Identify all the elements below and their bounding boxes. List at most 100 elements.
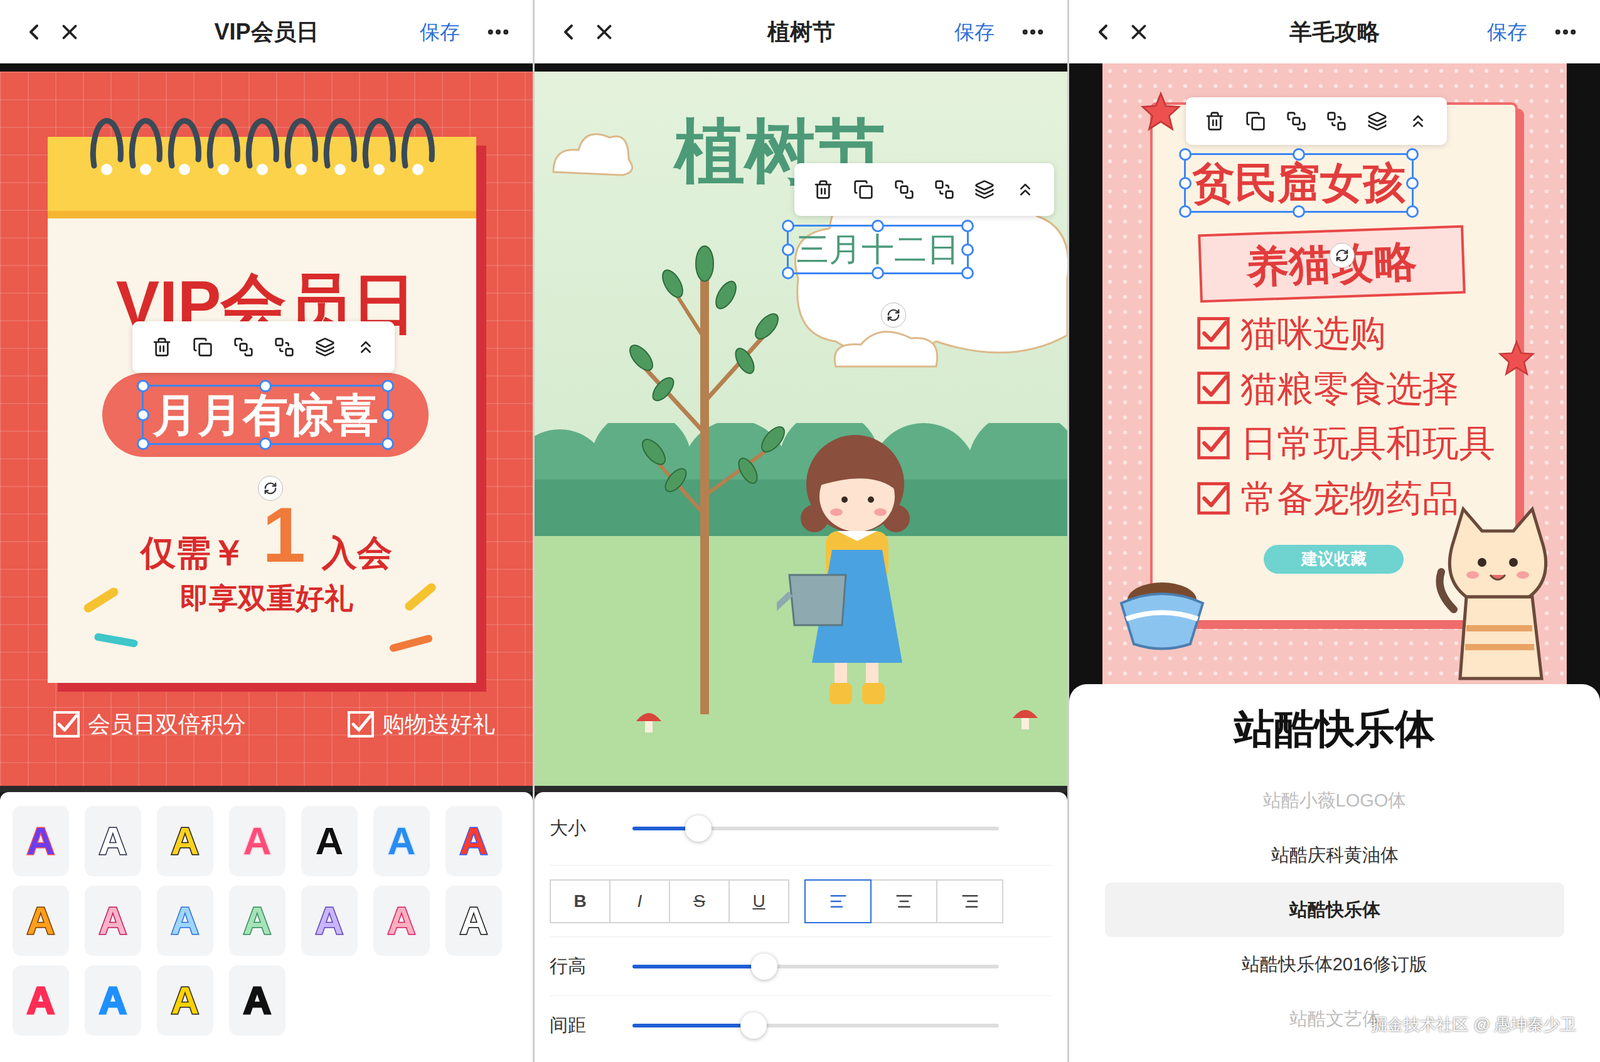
perk-item[interactable]: 购物送好礼	[346, 710, 496, 738]
copy-icon[interactable]	[1245, 111, 1266, 132]
close-icon[interactable]	[57, 20, 82, 44]
slider-thumb[interactable]	[685, 815, 712, 842]
resize-handle[interactable]	[961, 266, 974, 280]
resize-handle[interactable]	[381, 408, 395, 422]
style-swatch[interactable]: A	[373, 885, 430, 956]
resize-handle[interactable]	[871, 266, 885, 280]
save-button[interactable]: 保存	[954, 16, 995, 48]
format-button[interactable]: I	[609, 879, 671, 923]
delete-icon[interactable]	[1204, 111, 1225, 132]
resize-handle[interactable]	[259, 437, 272, 450]
slider-track[interactable]	[632, 1023, 999, 1028]
perk-item[interactable]: 会员日双倍积分	[52, 710, 246, 738]
resize-handle[interactable]	[781, 243, 795, 256]
back-icon[interactable]	[555, 19, 582, 45]
close-icon[interactable]	[1126, 20, 1151, 44]
send-backward-icon[interactable]	[1326, 111, 1347, 132]
resize-handle[interactable]	[961, 219, 974, 233]
style-swatch[interactable]: A	[445, 885, 502, 956]
style-swatch[interactable]: A	[229, 805, 286, 876]
checklist-item[interactable]: 常备宠物药品	[1196, 476, 1496, 521]
more-icon[interactable]	[485, 18, 512, 46]
send-backward-icon[interactable]	[274, 336, 295, 358]
poster-canvas[interactable]: VIP会员日月月有惊喜仅需￥1入会即享双重好礼会员日双倍积分购物送好礼	[0, 71, 533, 786]
resize-handle[interactable]	[1178, 176, 1192, 190]
resize-handle[interactable]	[1406, 176, 1419, 190]
align-button[interactable]	[804, 879, 872, 923]
slider-track[interactable]	[632, 826, 999, 831]
resize-handle[interactable]	[1178, 205, 1192, 218]
copy-icon[interactable]	[853, 179, 874, 200]
selected-text-box[interactable]: 月月有惊喜	[141, 384, 390, 446]
style-swatch[interactable]: A	[156, 965, 214, 1036]
style-swatch[interactable]: A	[229, 885, 286, 956]
selected-text-box[interactable]: 三月十二日	[786, 224, 969, 275]
align-button[interactable]	[870, 879, 938, 923]
bring-to-top-icon[interactable]	[1408, 111, 1429, 132]
resize-handle[interactable]	[136, 379, 150, 393]
slider-thumb[interactable]	[740, 1012, 767, 1039]
style-swatch[interactable]: A	[229, 965, 286, 1036]
style-swatch[interactable]: A	[84, 965, 142, 1036]
style-swatch[interactable]: A	[373, 805, 430, 876]
resize-handle[interactable]	[381, 379, 395, 393]
format-button[interactable]: S	[668, 879, 730, 923]
style-swatch[interactable]: A	[156, 805, 214, 876]
more-icon[interactable]	[1019, 18, 1046, 46]
checklist-item[interactable]: 猫粮零食选择	[1196, 366, 1496, 411]
style-swatch[interactable]: A	[12, 805, 70, 876]
resize-handle[interactable]	[871, 219, 885, 233]
slider-thumb[interactable]	[751, 953, 778, 980]
bring-forward-icon[interactable]	[894, 179, 915, 200]
bring-to-top-icon[interactable]	[355, 336, 376, 358]
style-swatch[interactable]: A	[301, 885, 358, 956]
resize-handle[interactable]	[1178, 148, 1192, 161]
style-swatch[interactable]: A	[12, 885, 70, 956]
style-swatch[interactable]: A	[12, 965, 70, 1036]
save-button[interactable]: 保存	[1487, 16, 1528, 48]
selected-text-box[interactable]: 贫民窟女孩	[1184, 153, 1414, 213]
style-swatch[interactable]: A	[445, 805, 502, 876]
delete-icon[interactable]	[151, 336, 172, 358]
resize-handle[interactable]	[136, 437, 150, 450]
poster-canvas[interactable]: 植树节三月十二日	[534, 71, 1068, 786]
format-button[interactable]: B	[549, 879, 611, 923]
resize-handle[interactable]	[1406, 205, 1419, 218]
copy-icon[interactable]	[192, 336, 213, 358]
resize-handle[interactable]	[781, 266, 795, 280]
resize-handle[interactable]	[781, 219, 795, 233]
style-swatch[interactable]: A	[301, 805, 358, 876]
resize-handle[interactable]	[1292, 205, 1306, 218]
checklist-item[interactable]: 日常玩具和玩具	[1196, 421, 1496, 465]
style-swatch[interactable]: A	[84, 805, 142, 876]
font-option[interactable]: 站酷小薇LOGO体	[1104, 773, 1565, 828]
bring-forward-icon[interactable]	[1286, 111, 1307, 132]
resize-handle[interactable]	[259, 379, 272, 393]
resize-handle[interactable]	[381, 437, 395, 450]
more-icon[interactable]	[1552, 18, 1579, 46]
bring-to-top-icon[interactable]	[1015, 179, 1036, 200]
bring-forward-icon[interactable]	[233, 336, 254, 358]
slider-track[interactable]	[632, 964, 999, 969]
layers-icon[interactable]	[314, 336, 336, 358]
checklist-item[interactable]: 猫咪选购	[1196, 311, 1496, 356]
font-option[interactable]: 站酷快乐体2016修订版	[1104, 936, 1565, 992]
align-button[interactable]	[936, 879, 1004, 923]
close-icon[interactable]	[592, 20, 617, 44]
font-option[interactable]: 站酷快乐体	[1104, 882, 1565, 937]
font-option[interactable]: 站酷庆科黄油体	[1104, 827, 1565, 883]
resize-handle[interactable]	[961, 243, 974, 256]
poster-subtitle[interactable]: 即享双重好礼	[0, 581, 533, 616]
rotate-handle[interactable]	[880, 302, 907, 328]
save-button[interactable]: 保存	[419, 16, 460, 48]
layers-icon[interactable]	[974, 179, 995, 200]
format-button[interactable]: U	[728, 879, 790, 923]
resize-handle[interactable]	[136, 408, 150, 422]
delete-icon[interactable]	[813, 179, 834, 200]
resize-handle[interactable]	[1292, 148, 1306, 161]
layers-icon[interactable]	[1367, 111, 1388, 132]
rotate-handle[interactable]	[1329, 242, 1355, 268]
subtitle-box[interactable]: 养猫攻略	[1197, 225, 1466, 304]
style-swatch[interactable]: A	[156, 885, 214, 956]
send-backward-icon[interactable]	[934, 179, 955, 200]
